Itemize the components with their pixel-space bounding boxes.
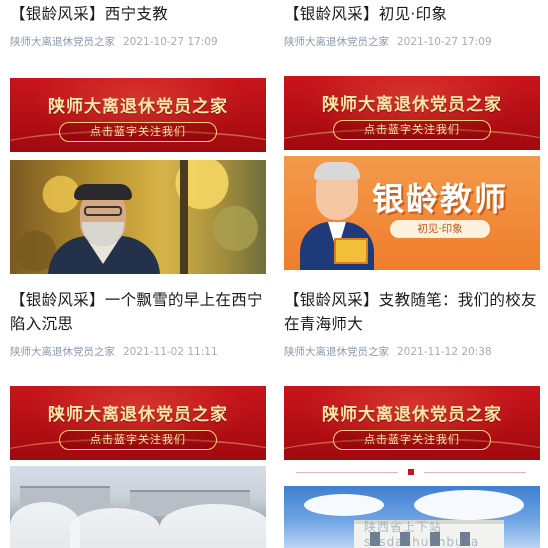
follow-us-button[interactable]: 点击蓝字关注我们 bbox=[333, 120, 491, 140]
article-card-first-impression[interactable]: 【银龄风采】初见·印象 陕师大离退休党员之家 2021-10-27 17:09 bbox=[284, 2, 540, 49]
snowy-tree bbox=[70, 508, 160, 548]
follow-banner[interactable]: 陕师大离退休党员之家 点击蓝字关注我们 bbox=[10, 78, 266, 152]
article-meta: 陕师大离退休党员之家 2021-10-27 17:09 bbox=[284, 34, 540, 49]
section-divider-dot bbox=[408, 469, 414, 475]
article-title[interactable]: 【银龄风采】支教随笔：我们的校友在青海师大 bbox=[284, 288, 540, 336]
article-date: 2021-11-12 20:38 bbox=[397, 346, 492, 358]
cover-subtitle: 初见·印象 bbox=[390, 220, 490, 238]
portrait-person bbox=[38, 178, 168, 274]
article-author[interactable]: 陕师大离退休党员之家 bbox=[284, 36, 389, 48]
follow-us-button[interactable]: 点击蓝字关注我们 bbox=[59, 122, 217, 142]
article-cover-image[interactable]: 银龄教师 初见·印象 bbox=[284, 156, 540, 270]
article-title[interactable]: 【银龄风采】一个飘雪的早上在西宁陷入沉思 bbox=[10, 288, 266, 336]
follow-us-button[interactable]: 点击蓝字关注我们 bbox=[333, 430, 491, 450]
banner-title: 陕师大离退休党员之家 bbox=[48, 97, 228, 117]
article-meta: 陕师大离退休党员之家 2021-10-27 17:09 bbox=[10, 34, 266, 49]
cover-title: 银龄教师 bbox=[372, 180, 509, 218]
article-author[interactable]: 陕师大离退休党员之家 bbox=[10, 346, 115, 358]
article-title[interactable]: 【银龄风采】西宁支教 bbox=[10, 2, 266, 26]
banner-title: 陕师大离退休党员之家 bbox=[322, 95, 502, 115]
article-cover-image[interactable] bbox=[10, 160, 266, 274]
article-meta: 陕师大离退休党员之家 2021-11-02 11:11 bbox=[10, 344, 266, 359]
gift-box-icon bbox=[334, 238, 368, 264]
follow-banner[interactable]: 陕师大离退休党员之家 点击蓝字关注我们 bbox=[284, 386, 540, 460]
article-card-xining-teaching[interactable]: 【银龄风采】西宁支教 陕师大离退休党员之家 2021-10-27 17:09 bbox=[10, 2, 266, 49]
article-date: 2021-11-02 11:11 bbox=[123, 346, 218, 358]
follow-banner[interactable]: 陕师大离退休党员之家 点击蓝字关注我们 bbox=[10, 386, 266, 460]
follow-banner[interactable]: 陕师大离退休党员之家 点击蓝字关注我们 bbox=[284, 76, 540, 150]
snowy-tree bbox=[160, 504, 266, 548]
article-date: 2021-10-27 17:09 bbox=[397, 36, 492, 48]
section-divider-right bbox=[424, 472, 526, 473]
teacher-illustration bbox=[294, 160, 378, 270]
article-card-teaching-notes[interactable]: 【银龄风采】支教随笔：我们的校友在青海师大 陕师大离退休党员之家 2021-11-… bbox=[284, 288, 540, 359]
article-date: 2021-10-27 17:09 bbox=[123, 36, 218, 48]
cloud bbox=[414, 490, 524, 520]
article-meta: 陕师大离退休党员之家 2021-11-12 20:38 bbox=[284, 344, 540, 359]
article-title[interactable]: 【银龄风采】初见·印象 bbox=[284, 2, 540, 26]
tree-trunk bbox=[180, 160, 188, 274]
cloud bbox=[304, 494, 384, 516]
person-cap bbox=[74, 184, 132, 200]
illustration-hair bbox=[314, 162, 360, 180]
follow-us-button[interactable]: 点击蓝字关注我们 bbox=[59, 430, 217, 450]
person-glasses bbox=[84, 206, 122, 216]
banner-title: 陕师大离退休党员之家 bbox=[48, 405, 228, 425]
article-card-snowy-morning[interactable]: 【银龄风采】一个飘雪的早上在西宁陷入沉思 陕师大离退休党员之家 2021-11-0… bbox=[10, 288, 266, 359]
article-author[interactable]: 陕师大离退休党员之家 bbox=[10, 36, 115, 48]
section-divider-left bbox=[296, 472, 398, 473]
article-cover-image[interactable] bbox=[10, 466, 266, 548]
banner-title: 陕师大离退休党员之家 bbox=[322, 405, 502, 425]
site-watermark: 陕西省上下站 sxsdanhuanbuza bbox=[364, 520, 480, 548]
article-author[interactable]: 陕师大离退休党员之家 bbox=[284, 346, 389, 358]
